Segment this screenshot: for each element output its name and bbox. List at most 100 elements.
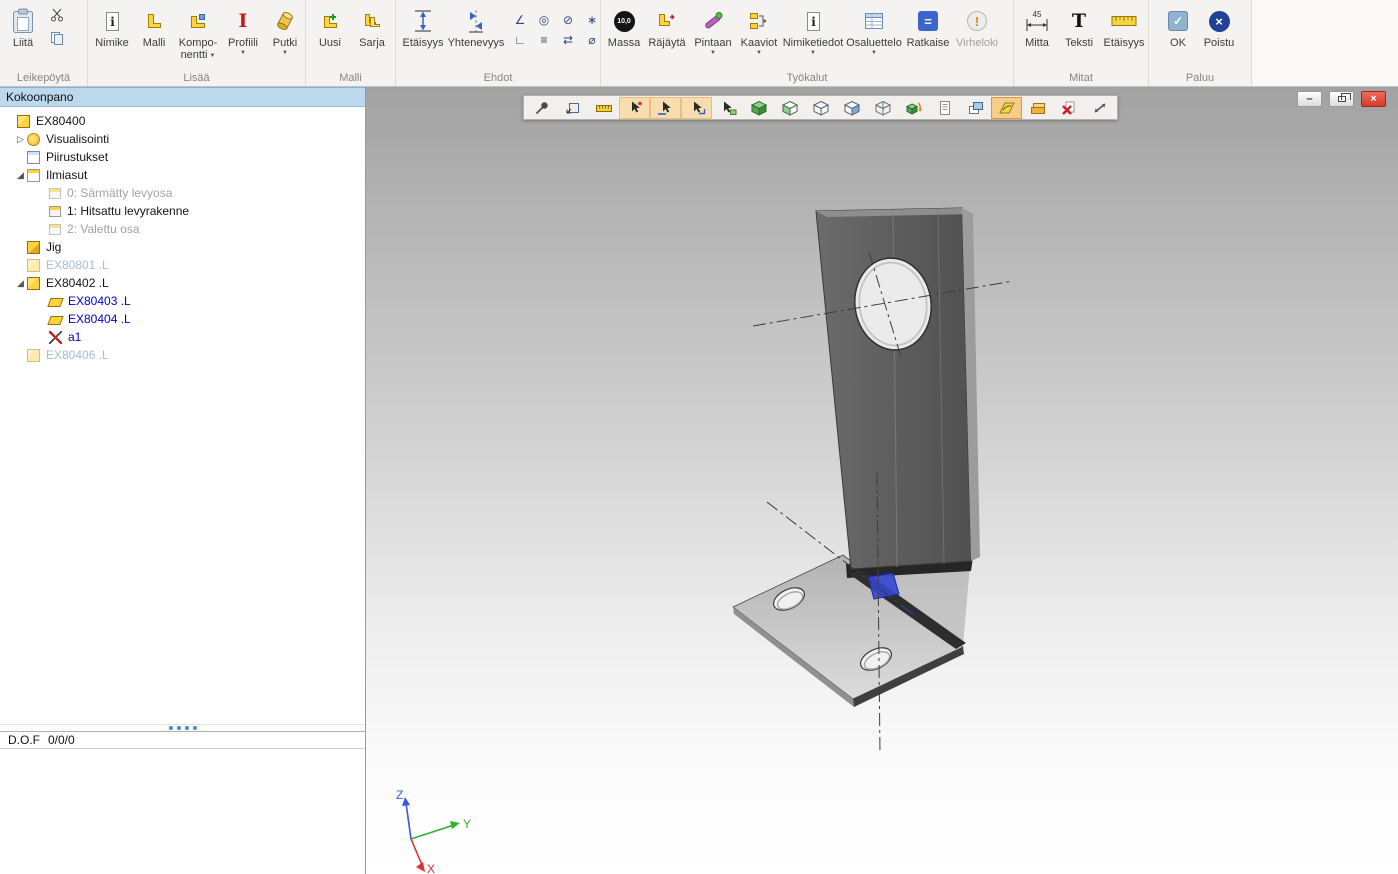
- zoom-window-icon[interactable]: [557, 97, 588, 119]
- tree-item-ilmiasut[interactable]: ◢ Ilmiasut: [0, 166, 365, 184]
- diagrams-icon: [749, 5, 769, 37]
- tree-item-ex80402[interactable]: ◢ EX80402 .L: [0, 274, 365, 292]
- coincidence-button[interactable]: Yhtenevyys: [447, 3, 505, 49]
- cut-button[interactable]: [46, 7, 68, 27]
- paste-button[interactable]: Liitä: [3, 3, 43, 49]
- ribbon-group-tools: 10,0 Massa Räjäytä Pintaan ▼ Kaaviot ▼: [601, 0, 1014, 86]
- snap-line-icon[interactable]: [650, 97, 681, 119]
- text-label: Teksti: [1065, 37, 1093, 49]
- distance-measure-button[interactable]: Etäisyys: [1101, 3, 1147, 49]
- concentric-constraint-icon[interactable]: ◎: [533, 11, 555, 29]
- new-button[interactable]: Uusi: [309, 3, 351, 49]
- dropdown-caret-icon[interactable]: ▼: [282, 50, 288, 56]
- group-label-insert: Lisää: [88, 72, 305, 84]
- snap-corner-icon[interactable]: [681, 97, 712, 119]
- tree-item-piirustukset[interactable]: Piirustukset: [0, 148, 365, 166]
- expander-expanded-icon[interactable]: ◢: [14, 171, 27, 180]
- explode-button[interactable]: Räjäytä: [644, 3, 690, 49]
- group-label-dimensions: Mitat: [1014, 72, 1148, 84]
- item-data-button[interactable]: i Nimiketiedot ▼: [782, 3, 844, 56]
- selected-face-highlight[interactable]: [868, 573, 899, 599]
- diameter-constraint-icon[interactable]: ⌀: [581, 31, 603, 49]
- part-list-icon[interactable]: [929, 97, 960, 119]
- panel-splitter[interactable]: [0, 724, 365, 731]
- tree-item-jig[interactable]: Jig: [0, 238, 365, 256]
- tree-item-config-2[interactable]: 2: Valettu osa: [0, 220, 365, 238]
- hidden-lines-view-icon[interactable]: [805, 97, 836, 119]
- fix-constraint-icon[interactable]: ∗: [581, 11, 603, 29]
- explode-label: Räjäytä: [648, 37, 685, 49]
- minimize-button[interactable]: –: [1297, 91, 1322, 107]
- configuration-icon: [49, 224, 61, 235]
- svg-text:45: 45: [1033, 10, 1042, 19]
- tree-item-ex80406[interactable]: EX80406 .L: [0, 346, 365, 364]
- exit-button[interactable]: × Poistu: [1197, 3, 1241, 49]
- component-button[interactable]: Kompo- nentti▼: [175, 3, 221, 62]
- layers-icon[interactable]: [960, 97, 991, 119]
- tree-item-a1[interactable]: a1: [0, 328, 365, 346]
- delete-icon[interactable]: [1053, 97, 1084, 119]
- viewport-3d[interactable]: – ×: [366, 87, 1398, 874]
- dof-value: 0/0/0: [48, 733, 75, 747]
- measure-icon[interactable]: [588, 97, 619, 119]
- profile-button[interactable]: I Profiili ▼: [221, 3, 265, 56]
- distance-constraint-button[interactable]: Etäisyys: [399, 3, 447, 49]
- parallel-constraint-icon[interactable]: ≡: [533, 31, 555, 49]
- workplane-icon[interactable]: [991, 97, 1022, 119]
- configuration-icon: [49, 188, 61, 199]
- dropdown-caret-icon[interactable]: ▼: [240, 50, 246, 56]
- tangent-constraint-icon[interactable]: ⊘: [557, 11, 579, 29]
- diagrams-button[interactable]: Kaaviot ▼: [736, 3, 782, 56]
- bracket-model[interactable]: [733, 208, 980, 707]
- tree-item-visualisointi[interactable]: ▷ Visualisointi: [0, 130, 365, 148]
- tree-item-config-0[interactable]: 0: Särmätty levyosa: [0, 184, 365, 202]
- restore-button[interactable]: [1329, 91, 1354, 107]
- item-button[interactable]: i Nimike: [91, 3, 133, 49]
- error-log-button[interactable]: ! Virheloki: [952, 3, 1002, 49]
- perpendicular-constraint-icon[interactable]: ∟: [509, 31, 531, 49]
- expander-expanded-icon[interactable]: ◢: [14, 279, 27, 288]
- dropdown-caret-icon[interactable]: ▼: [710, 50, 716, 56]
- paste-icon: [11, 5, 35, 37]
- close-button[interactable]: ×: [1361, 91, 1386, 107]
- tree-item-ex80400[interactable]: EX80400: [0, 112, 365, 130]
- dropdown-caret-icon[interactable]: ▼: [209, 53, 215, 59]
- pick-part-icon[interactable]: [712, 97, 743, 119]
- tree-item-config-1[interactable]: 1: Hitsattu levyrakenne: [0, 202, 365, 220]
- tree-item-label: Jig: [46, 240, 61, 254]
- tree-item-label: EX80406 .L: [46, 348, 109, 362]
- isometric-view-icon[interactable]: [898, 97, 929, 119]
- error-log-icon: !: [967, 11, 987, 31]
- symmetry-constraint-icon[interactable]: ⇄: [557, 31, 579, 49]
- part-list-table-icon: [864, 5, 884, 37]
- part-list-button[interactable]: Osaluettelo ▼: [844, 3, 904, 56]
- dimension-button[interactable]: 45 Mitta: [1017, 3, 1057, 49]
- snap-free-icon[interactable]: [619, 97, 650, 119]
- expander-collapsed-icon[interactable]: ▷: [14, 135, 27, 144]
- tree-item-ex80403[interactable]: EX80403 .L: [0, 292, 365, 310]
- wireframe-view-icon[interactable]: [867, 97, 898, 119]
- series-button[interactable]: Sarja: [351, 3, 393, 49]
- solid-view-icon[interactable]: [743, 97, 774, 119]
- text-button[interactable]: T Teksti: [1057, 3, 1101, 49]
- solve-button[interactable]: = Ratkaise: [904, 3, 952, 49]
- shaded-edges-view-icon[interactable]: [774, 97, 805, 119]
- group-label-tools: Työkalut: [601, 72, 1013, 84]
- dropdown-caret-icon[interactable]: ▼: [756, 50, 762, 56]
- tree-item-ex80404[interactable]: EX80404 .L: [0, 310, 365, 328]
- angle-constraint-icon[interactable]: ∠: [509, 11, 531, 29]
- pipe-button[interactable]: Putki ▼: [265, 3, 305, 56]
- ok-button[interactable]: ✓ OK: [1159, 3, 1197, 49]
- copy-button[interactable]: [46, 30, 68, 50]
- sheets-icon[interactable]: [1022, 97, 1053, 119]
- scene-svg[interactable]: Z Y X: [366, 87, 1398, 874]
- section-view-icon[interactable]: [836, 97, 867, 119]
- model-button[interactable]: Malli: [133, 3, 175, 49]
- dropdown-caret-icon[interactable]: ▼: [810, 50, 816, 56]
- fit-view-icon[interactable]: [1084, 97, 1115, 119]
- to-surface-button[interactable]: Pintaan ▼: [690, 3, 736, 56]
- tree-item-ex80801[interactable]: EX80801 .L: [0, 256, 365, 274]
- dropdown-caret-icon[interactable]: ▼: [871, 50, 877, 56]
- mass-button[interactable]: 10,0 Massa: [604, 3, 644, 49]
- pin-icon[interactable]: [526, 97, 557, 119]
